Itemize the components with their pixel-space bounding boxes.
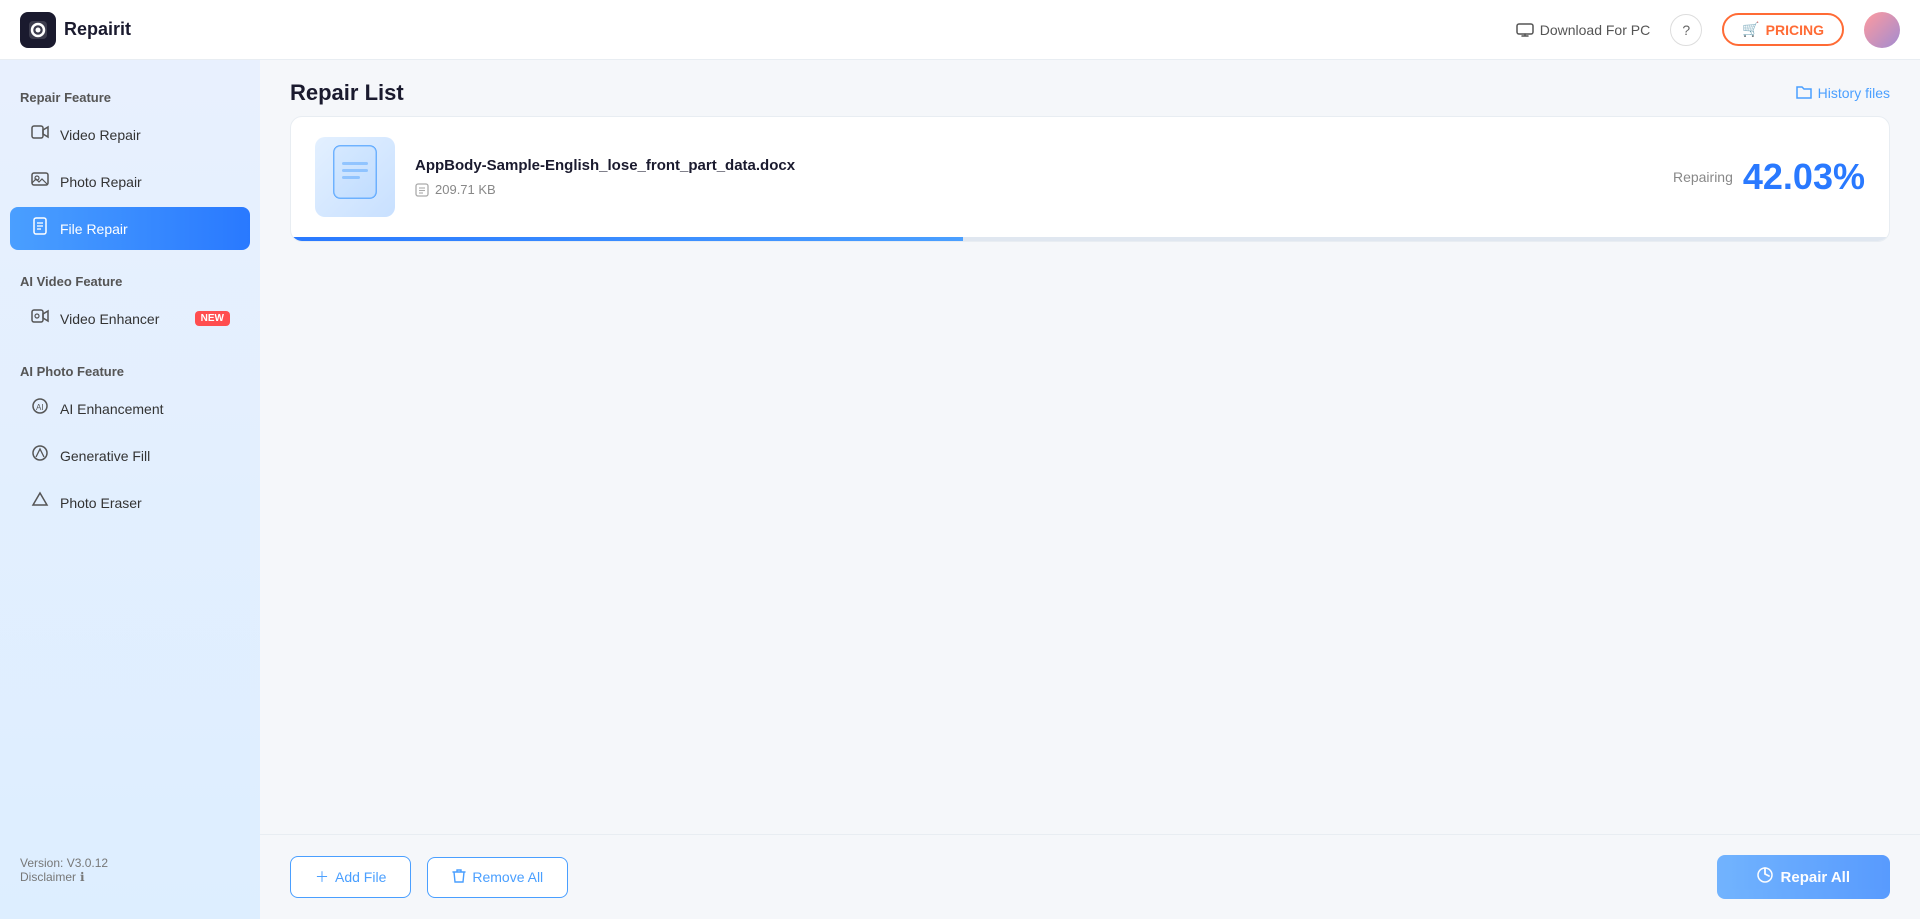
bottom-toolbar: ＋ Add File Remove All Repair All: [260, 834, 1920, 919]
cart-icon: 🛒: [1742, 21, 1759, 38]
download-pc-label: Download For PC: [1540, 22, 1651, 38]
file-status: Repairing 42.03%: [1673, 156, 1865, 198]
ai-enhancement-icon: AI: [30, 397, 50, 420]
pricing-label: PRICING: [1766, 22, 1824, 38]
download-pc-button[interactable]: Download For PC: [1516, 22, 1651, 38]
photo-repair-icon: [30, 170, 50, 193]
content-header: Repair List History files: [260, 60, 1920, 116]
sidebar-item-file-repair[interactable]: File Repair: [10, 207, 250, 250]
content-area: Repair List History files: [260, 60, 1920, 919]
pricing-button[interactable]: 🛒 PRICING: [1722, 13, 1844, 46]
video-repair-label: Video Repair: [60, 127, 141, 143]
svg-text:AI: AI: [36, 403, 44, 412]
file-icon-wrapper: [315, 137, 395, 217]
sidebar: Repair Feature Video Repair Photo Repair…: [0, 60, 260, 919]
add-file-button[interactable]: ＋ Add File: [290, 856, 411, 898]
folder-icon: [1796, 85, 1812, 102]
photo-eraser-icon: [30, 491, 50, 514]
app-logo-icon: [20, 12, 56, 48]
progress-bar-fill: [291, 237, 963, 241]
app-name: Repairit: [64, 19, 131, 40]
logo-area: Repairit: [20, 12, 280, 48]
file-repair-label: File Repair: [60, 221, 128, 237]
video-enhancer-icon: [30, 307, 50, 330]
user-avatar[interactable]: [1864, 12, 1900, 48]
sidebar-item-ai-enhancement[interactable]: AI AI Enhancement: [10, 387, 250, 430]
version-text: Version: V3.0.12: [20, 856, 240, 870]
file-list-area: AppBody-Sample-English_lose_front_part_d…: [260, 116, 1920, 834]
size-icon: [415, 183, 429, 197]
plus-icon: ＋: [315, 867, 329, 887]
file-card: AppBody-Sample-English_lose_front_part_d…: [290, 116, 1890, 242]
progress-percent: 42.03%: [1743, 156, 1865, 198]
generative-fill-label: Generative Fill: [60, 448, 150, 464]
sidebar-section-ai-video: AI Video Feature: [0, 264, 260, 295]
history-files-label: History files: [1818, 85, 1890, 101]
sidebar-item-video-repair[interactable]: Video Repair: [10, 113, 250, 156]
doc-icon: [330, 144, 380, 210]
repairing-label: Repairing: [1673, 169, 1733, 185]
sidebar-bottom: Version: V3.0.12 Disclaimer ℹ: [0, 841, 260, 899]
ai-enhancement-label: AI Enhancement: [60, 401, 164, 417]
help-button[interactable]: ?: [1670, 14, 1702, 46]
sidebar-item-generative-fill[interactable]: Generative Fill: [10, 434, 250, 477]
repair-all-icon: [1757, 867, 1773, 887]
file-size: 209.71 KB: [435, 182, 496, 197]
remove-all-button[interactable]: Remove All: [427, 857, 568, 898]
file-name: AppBody-Sample-English_lose_front_part_d…: [415, 157, 1653, 174]
history-files-button[interactable]: History files: [1796, 85, 1890, 102]
file-info: AppBody-Sample-English_lose_front_part_d…: [415, 157, 1653, 197]
file-repair-icon: [30, 217, 50, 240]
new-badge: NEW: [195, 311, 230, 326]
photo-repair-label: Photo Repair: [60, 174, 142, 190]
progress-bar-wrap: [291, 237, 1889, 241]
video-repair-icon: [30, 123, 50, 146]
trash-icon: [452, 868, 466, 887]
file-card-inner: AppBody-Sample-English_lose_front_part_d…: [291, 117, 1889, 237]
generative-fill-icon: [30, 444, 50, 467]
repair-all-label: Repair All: [1781, 869, 1850, 886]
help-icon: ?: [1682, 22, 1690, 38]
remove-all-label: Remove All: [472, 869, 543, 885]
topbar-right: Download For PC ? 🛒 PRICING: [1516, 12, 1900, 48]
file-size-row: 209.71 KB: [415, 182, 1653, 197]
disclaimer-label: Disclaimer: [20, 870, 76, 884]
disclaimer-row[interactable]: Disclaimer ℹ: [20, 870, 240, 884]
sidebar-item-video-enhancer[interactable]: Video Enhancer NEW: [10, 297, 250, 340]
add-file-label: Add File: [335, 869, 386, 885]
page-title: Repair List: [290, 80, 404, 106]
repair-all-button[interactable]: Repair All: [1717, 855, 1890, 899]
video-enhancer-label: Video Enhancer: [60, 311, 159, 327]
main-layout: Repair Feature Video Repair Photo Repair…: [0, 60, 1920, 919]
sidebar-item-photo-repair[interactable]: Photo Repair: [10, 160, 250, 203]
monitor-icon: [1516, 23, 1534, 37]
photo-eraser-label: Photo Eraser: [60, 495, 142, 511]
info-icon: ℹ: [80, 870, 85, 884]
topbar: Repairit Download For PC ? 🛒 PRICING: [0, 0, 1920, 60]
sidebar-item-photo-eraser[interactable]: Photo Eraser: [10, 481, 250, 524]
sidebar-section-ai-photo: AI Photo Feature: [0, 354, 260, 385]
sidebar-section-repair-feature: Repair Feature: [0, 80, 260, 111]
